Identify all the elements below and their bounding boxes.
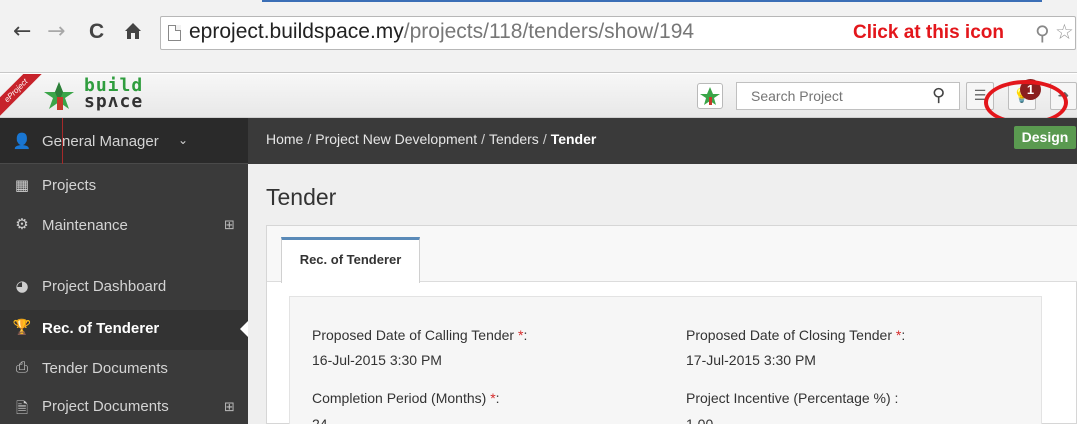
page-title: Tender xyxy=(266,184,337,210)
breadcrumb-separator: / xyxy=(307,131,312,147)
user-role-label: General Manager xyxy=(42,133,159,150)
zoom-icon[interactable]: ⚲ xyxy=(1035,22,1050,44)
sidebar-item-label: Projects xyxy=(42,177,97,194)
sidebar-item-maintenance[interactable]: ⚙ Maintenance ⊞ xyxy=(0,212,248,252)
user-icon: 👤 xyxy=(12,132,32,150)
url-host: eproject.buildspace.my xyxy=(189,20,404,43)
field-label-calling-date: Proposed Date of Calling Tender *: xyxy=(312,327,527,343)
sidebar-item-projects[interactable]: ▦ Projects xyxy=(0,172,248,212)
status-badge: Design xyxy=(1014,126,1076,149)
field-label-text: Proposed Date of Closing Tender xyxy=(686,327,892,343)
browser-tab-edge xyxy=(262,0,1042,6)
divider xyxy=(62,118,63,164)
breadcrumb-separator: / xyxy=(481,131,485,147)
url-path: /projects/118/tenders/show/194 xyxy=(403,20,695,43)
breadcrumb-home-link[interactable]: Home xyxy=(266,131,303,147)
field-value-completion-period: 24 xyxy=(312,416,328,424)
breadcrumb-current: Tender xyxy=(550,131,597,147)
url-text[interactable]: eproject.buildspace.my/projects/118/tend… xyxy=(189,19,694,45)
field-colon: : xyxy=(523,327,528,343)
sidebar-item-label: Project Documents xyxy=(42,398,169,415)
chevron-down-icon: ⌄ xyxy=(178,133,189,147)
ribbon-label: eProject xyxy=(0,74,42,117)
field-label-text: Project Incentive (Percentage %) xyxy=(686,390,891,406)
breadcrumb: Home / Project New Development / Tenders / Ten… xyxy=(266,131,596,147)
breadcrumb-tenders-link[interactable]: Tenders xyxy=(489,131,539,147)
field-label-text: Completion Period (Months) xyxy=(312,390,487,406)
field-value-calling-date: 16-Jul-2015 3:30 PM xyxy=(312,352,442,368)
pdf-doc-icon: ⎙ xyxy=(15,358,28,376)
forward-arrow-icon[interactable]: → xyxy=(47,20,65,44)
page-icon xyxy=(168,25,181,41)
bookmark-star-icon[interactable]: ☆ xyxy=(1055,21,1074,43)
buildspace-logo-icon[interactable] xyxy=(42,81,76,111)
field-label-closing-date: Proposed Date of Closing Tender *: xyxy=(686,327,905,343)
sidebar-item-tender-documents[interactable]: ⎙ Tender Documents xyxy=(0,352,248,392)
field-label-text: Proposed Date of Calling Tender xyxy=(312,327,515,343)
sidebar-item-label: Rec. of Tenderer xyxy=(42,320,160,337)
sidebar-item-label: Project Dashboard xyxy=(42,278,167,295)
sidebar-user[interactable]: 👤 General Manager ⌄ xyxy=(0,118,248,164)
tab-rec-of-tenderer[interactable]: Rec. of Tenderer xyxy=(281,237,420,283)
grid-icon: ▦ xyxy=(14,176,30,194)
expand-plus-icon[interactable]: ⊞ xyxy=(224,400,235,415)
breadcrumb-separator: / xyxy=(542,131,547,147)
field-colon: : xyxy=(901,327,906,343)
logo-line-space: spʌce xyxy=(84,91,144,112)
sidebar-item-label: Tender Documents xyxy=(42,360,168,377)
sidebar-item-label: Maintenance xyxy=(42,217,128,234)
breadcrumb-project-link[interactable]: Project New Development xyxy=(315,131,477,147)
app-logo-text[interactable]: build spʌce xyxy=(84,77,144,112)
app-switch-button[interactable] xyxy=(697,83,723,109)
field-value-closing-date: 17-Jul-2015 3:30 PM xyxy=(686,352,816,368)
field-colon: : xyxy=(495,390,500,406)
back-arrow-icon[interactable]: ← xyxy=(13,20,31,44)
search-input[interactable] xyxy=(737,83,927,109)
field-label-completion-period: Completion Period (Months) *: xyxy=(312,390,500,406)
gears-icon: ⚙ xyxy=(15,215,29,233)
home-icon[interactable] xyxy=(124,22,142,46)
expand-plus-icon[interactable]: ⊞ xyxy=(224,218,235,233)
sidebar-item-project-documents[interactable]: 🗎 Project Documents ⊞ xyxy=(0,392,248,424)
reload-icon[interactable]: C xyxy=(89,20,104,44)
field-label-project-incentive: Project Incentive (Percentage %) : xyxy=(686,390,898,406)
annotation-text: Click at this icon xyxy=(853,22,1004,43)
field-value-project-incentive: 1.00 xyxy=(686,416,714,424)
sidebar-item-rec-of-tenderer[interactable]: 🏆 Rec. of Tenderer xyxy=(0,310,248,350)
word-doc-icon: 🗎 xyxy=(15,399,29,417)
field-colon: : xyxy=(890,390,899,406)
trophy-icon: 🏆 xyxy=(12,318,32,336)
screen: ← → C eproject.buildspace.my/projects/11… xyxy=(0,0,1077,424)
dashboard-icon: ◕ xyxy=(15,277,29,295)
search-box[interactable] xyxy=(736,82,960,110)
search-icon[interactable]: ⚲ xyxy=(932,86,945,106)
sidebar-item-project-dashboard[interactable]: ◕ Project Dashboard xyxy=(0,272,248,312)
